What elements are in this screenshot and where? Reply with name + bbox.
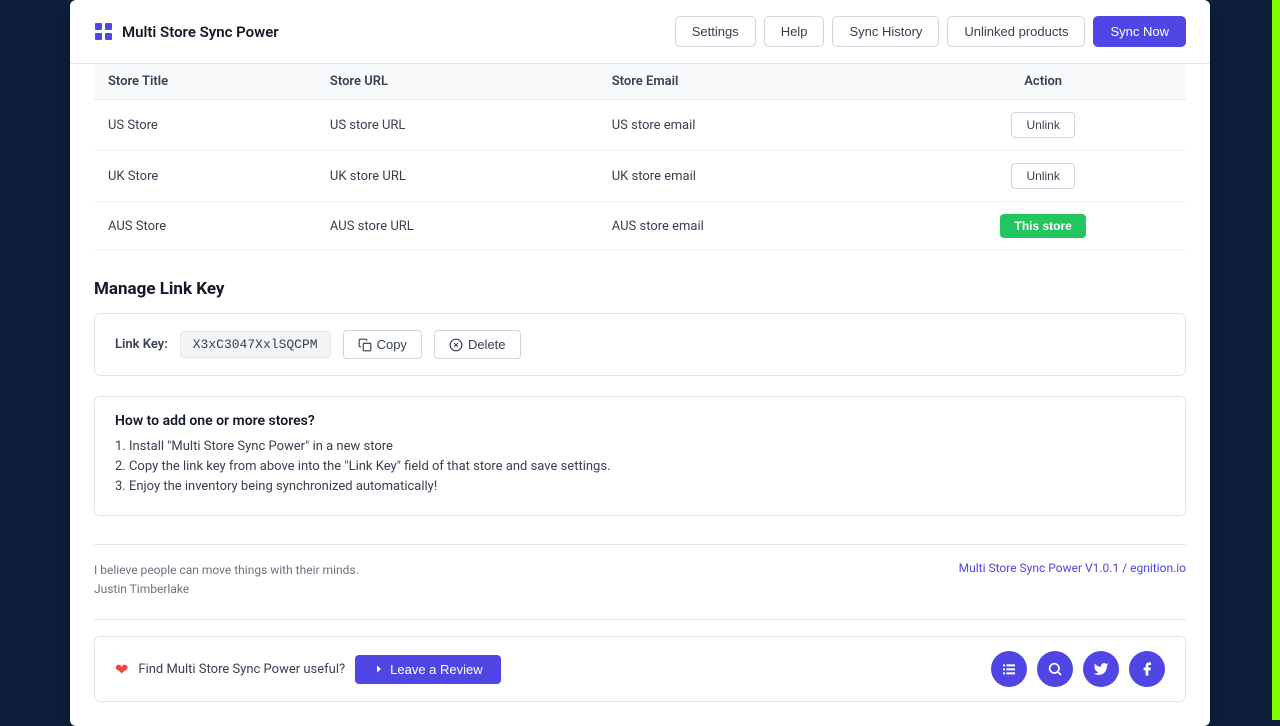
- footer-divider: [94, 544, 1186, 545]
- social-buttons: [991, 651, 1165, 687]
- store-title-uk: UK Store: [94, 151, 316, 202]
- link-key-section-title: Manage Link Key: [94, 279, 1186, 299]
- heart-icon: ❤: [115, 660, 128, 679]
- store-email-aus: AUS store email: [598, 202, 901, 251]
- review-text: Find Multi Store Sync Power useful?: [138, 662, 345, 677]
- search-icon: [1047, 661, 1063, 677]
- col-store-email: Store Email: [598, 64, 901, 100]
- delete-icon: [449, 338, 463, 352]
- review-left: ❤ Find Multi Store Sync Power useful? Le…: [115, 655, 501, 684]
- footer-version-link[interactable]: Multi Store Sync Power V1.0.1 / egnition…: [959, 561, 1186, 575]
- app-header: Multi Store Sync Power Settings Help Syn…: [70, 0, 1210, 64]
- leave-review-button[interactable]: Leave a Review: [355, 655, 501, 684]
- twitter-social-button[interactable]: [1083, 651, 1119, 687]
- how-to-step-2: 2. Copy the link key from above into the…: [115, 459, 1165, 474]
- header-left: Multi Store Sync Power: [94, 22, 279, 42]
- store-email-uk: UK store email: [598, 151, 901, 202]
- twitter-icon: [1093, 661, 1109, 677]
- table-row: UK Store UK store URL UK store email Unl…: [94, 151, 1186, 202]
- footer-quote-line1: I believe people can move things with th…: [94, 561, 359, 580]
- stores-table: Store Title Store URL Store Email Action…: [94, 64, 1186, 251]
- table-row: AUS Store AUS store URL AUS store email …: [94, 202, 1186, 251]
- header-buttons: Settings Help Sync History Unlinked prod…: [675, 16, 1186, 47]
- list-icon: [1001, 661, 1017, 677]
- how-to-list: 1. Install "Multi Store Sync Power" in a…: [115, 439, 1165, 494]
- table-header-row: Store Title Store URL Store Email Action: [94, 64, 1186, 100]
- footer-content: I believe people can move things with th…: [94, 561, 1186, 599]
- unlink-button-uk[interactable]: Unlink: [1011, 163, 1074, 189]
- main-content: Store Title Store URL Store Email Action…: [70, 64, 1210, 726]
- how-to-step-1: 1. Install "Multi Store Sync Power" in a…: [115, 439, 1165, 454]
- store-action-us: Unlink: [900, 100, 1186, 151]
- app-icon: [94, 22, 114, 42]
- footer-quote-line2: Justin Timberlake: [94, 580, 359, 599]
- chevron-right-icon: [373, 663, 385, 675]
- how-to-box: How to add one or more stores? 1. Instal…: [94, 396, 1186, 516]
- help-button[interactable]: Help: [764, 16, 825, 47]
- delete-button[interactable]: Delete: [434, 330, 521, 359]
- how-to-step-3: 3. Enjoy the inventory being synchronize…: [115, 479, 1165, 494]
- unlinked-products-button[interactable]: Unlinked products: [947, 16, 1085, 47]
- store-action-aus: This store: [900, 202, 1186, 251]
- copy-icon: [358, 338, 372, 352]
- settings-button[interactable]: Settings: [675, 16, 756, 47]
- footer-divider2: [94, 619, 1186, 620]
- app-title: Multi Store Sync Power: [122, 23, 279, 41]
- link-key-value: X3xC3047XxlSQCPM: [180, 331, 331, 358]
- store-url-uk: UK store URL: [316, 151, 598, 202]
- how-to-title: How to add one or more stores?: [115, 413, 1165, 429]
- this-store-button-aus[interactable]: This store: [1000, 214, 1085, 238]
- link-key-label: Link Key:: [115, 337, 168, 352]
- link-key-box: Link Key: X3xC3047XxlSQCPM Copy Delete: [94, 313, 1186, 376]
- unlink-button-us[interactable]: Unlink: [1011, 112, 1074, 138]
- facebook-social-button[interactable]: [1129, 651, 1165, 687]
- col-action: Action: [900, 64, 1186, 100]
- store-email-us: US store email: [598, 100, 901, 151]
- sync-history-button[interactable]: Sync History: [832, 16, 939, 47]
- store-action-uk: Unlink: [900, 151, 1186, 202]
- store-url-us: US store URL: [316, 100, 598, 151]
- col-store-title: Store Title: [94, 64, 316, 100]
- copy-button[interactable]: Copy: [343, 330, 422, 359]
- store-title-us: US Store: [94, 100, 316, 151]
- col-store-url: Store URL: [316, 64, 598, 100]
- table-row: US Store US store URL US store email Unl…: [94, 100, 1186, 151]
- sync-now-button[interactable]: Sync Now: [1093, 16, 1186, 47]
- facebook-icon: [1139, 661, 1155, 677]
- store-title-aus: AUS Store: [94, 202, 316, 251]
- list-social-button[interactable]: [991, 651, 1027, 687]
- footer-quote: I believe people can move things with th…: [94, 561, 359, 599]
- review-bar: ❤ Find Multi Store Sync Power useful? Le…: [94, 636, 1186, 702]
- store-url-aus: AUS store URL: [316, 202, 598, 251]
- search-social-button[interactable]: [1037, 651, 1073, 687]
